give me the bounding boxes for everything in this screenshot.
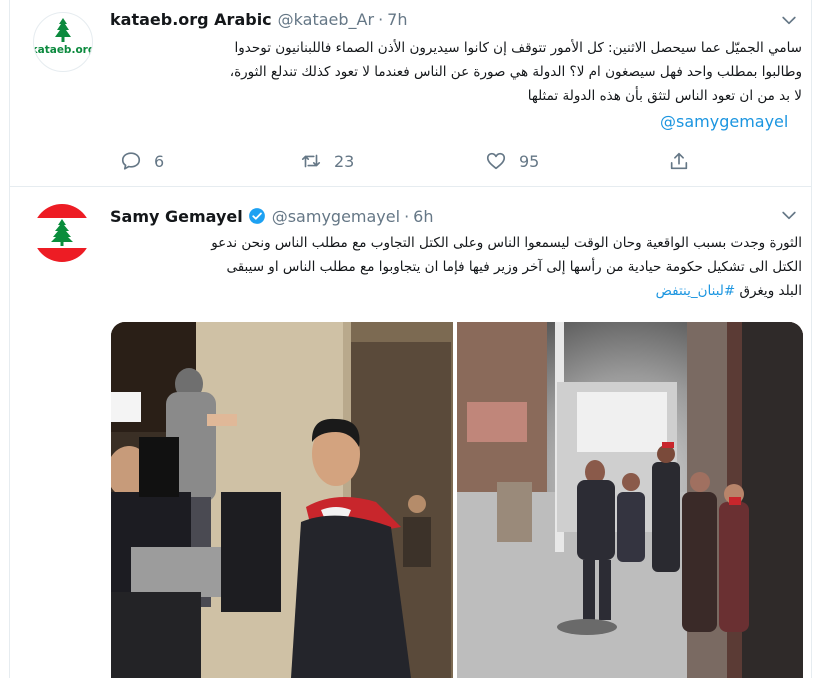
tweet-text-line: الكتل الى تشكيل حكومة حيادية من رأسها إل… <box>226 259 802 275</box>
mention-link[interactable]: @samygemayel <box>660 112 788 131</box>
tweet[interactable]: kataeb.org kataeb.org Arabic @kataeb_Ar … <box>10 0 811 187</box>
cedar-icon <box>55 18 71 42</box>
avatar[interactable]: kataeb.org <box>33 12 93 72</box>
tweet-text: سامي الجميّل عما سيحصل الاثنين: كل الأمو… <box>106 36 802 108</box>
tweet-text-line: لا بد من ان تعود الناس لتثق بأن هذه الدو… <box>527 88 802 104</box>
verified-badge-icon <box>248 208 265 224</box>
separator: · <box>378 9 384 29</box>
like-icon <box>486 152 506 170</box>
retweet-button[interactable]: 23 <box>300 150 354 172</box>
hashtag-link[interactable]: #لبنان_ينتفض <box>656 283 736 299</box>
tweet[interactable]: Samy Gemayel @samygemayel · 6h الثورة وج… <box>10 187 811 678</box>
avatar-label: kataeb.org <box>34 44 92 56</box>
reply-icon <box>121 152 141 170</box>
reply-button[interactable]: 6 <box>120 150 164 172</box>
tweet-text-line: وطالبوا بمطلب واحد فهل سيصغون ام لا؟ الد… <box>229 64 802 80</box>
author-handle[interactable]: @samygemayel <box>272 207 400 226</box>
timestamp[interactable]: 6h <box>413 207 433 226</box>
reply-count: 6 <box>154 151 165 171</box>
tweet-header: Samy Gemayel @samygemayel · 6h <box>110 205 433 227</box>
tweet-text-line: الثورة وجدت بسبب الواقعية وحان الوقت ليس… <box>211 235 802 251</box>
timestamp[interactable]: 7h <box>387 10 407 29</box>
tweet-text-line: سامي الجميّل عما سيحصل الاثنين: كل الأمو… <box>234 40 802 56</box>
tweet-actions: 6 23 95 <box>120 150 688 174</box>
share-icon <box>670 152 688 170</box>
tweet-media[interactable] <box>111 322 803 678</box>
author-name[interactable]: kataeb.org Arabic <box>110 10 272 29</box>
lebanon-flag-avatar <box>33 204 91 262</box>
author-name[interactable]: Samy Gemayel <box>110 207 243 226</box>
tweet-text-line: البلد ويغرق #لبنان_ينتفض <box>106 279 802 303</box>
timeline: kataeb.org kataeb.org Arabic @kataeb_Ar … <box>9 0 812 678</box>
share-button[interactable] <box>668 150 702 172</box>
chevron-down-icon[interactable] <box>779 205 799 225</box>
tweet-text: الثورة وجدت بسبب الواقعية وحان الوقت ليس… <box>106 231 802 303</box>
like-count: 95 <box>519 151 540 171</box>
avatar[interactable] <box>33 204 91 262</box>
retweet-icon <box>301 154 321 168</box>
like-button[interactable]: 95 <box>485 150 539 172</box>
tweet-text-fragment: البلد ويغرق <box>739 283 803 299</box>
photo-street[interactable] <box>457 322 803 678</box>
separator: · <box>404 206 410 226</box>
tweet-header: kataeb.org Arabic @kataeb_Ar · 7h <box>110 8 407 30</box>
retweet-count: 23 <box>334 151 355 171</box>
chevron-down-icon[interactable] <box>779 10 799 30</box>
photo-interview[interactable] <box>111 322 453 678</box>
kataeb-logo: kataeb.org <box>34 18 92 56</box>
author-handle[interactable]: @kataeb_Ar <box>278 10 374 29</box>
